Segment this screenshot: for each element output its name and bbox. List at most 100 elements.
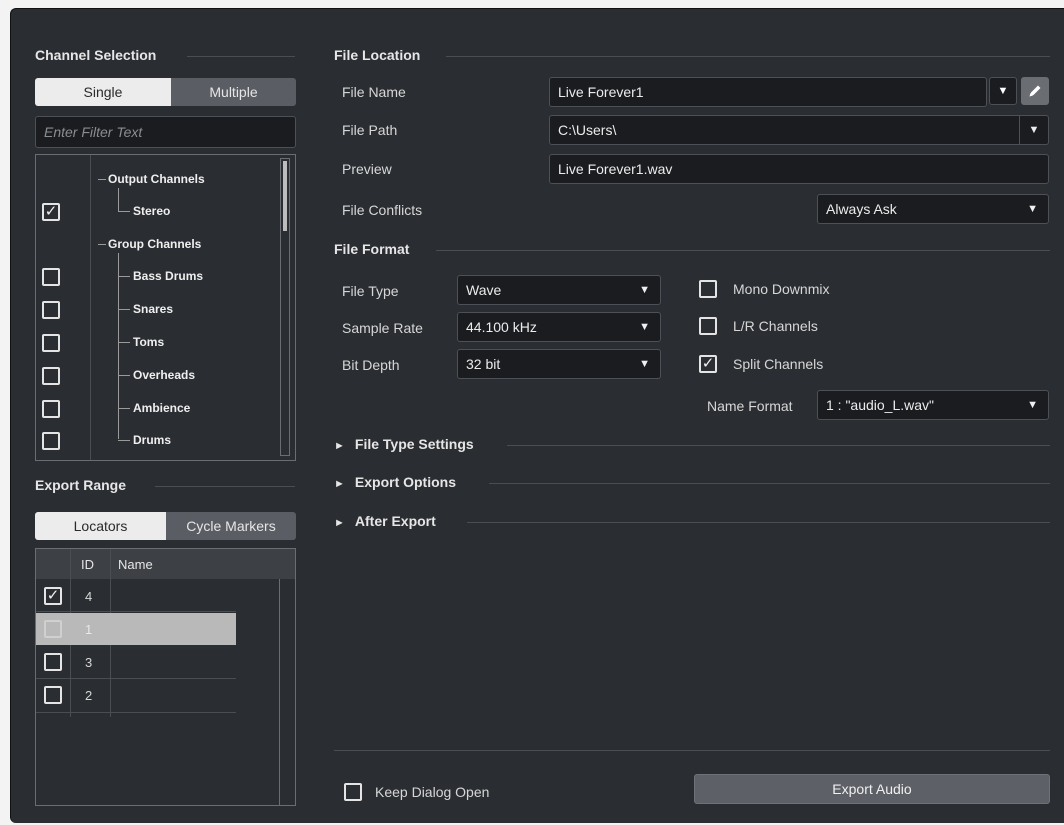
chevron-down-icon: ▼ xyxy=(639,321,650,333)
file-type-settings-label: File Type Settings xyxy=(354,436,474,452)
disclosure-arrow-icon: ► xyxy=(334,478,345,490)
name-format-value: 1 : "audio_L.wav" xyxy=(826,397,935,413)
check-icon: ✓ xyxy=(46,587,60,604)
export-range-title: Export Range xyxy=(35,477,127,493)
tree-item-group-channels[interactable]: Group Channels xyxy=(108,237,201,251)
name-format-select[interactable]: 1 : "audio_L.wav" ▼ xyxy=(817,390,1049,420)
ambience-checkbox[interactable] xyxy=(42,400,60,418)
tree-item-overheads[interactable]: Overheads xyxy=(133,368,195,382)
table-row[interactable] xyxy=(36,579,236,612)
sample-rate-value: 44.100 kHz xyxy=(466,319,537,335)
scrollbar[interactable] xyxy=(280,158,290,456)
table-row-selected[interactable] xyxy=(36,613,236,645)
file-location-title: File Location xyxy=(334,47,421,63)
tab-single[interactable]: Single xyxy=(35,78,171,106)
file-path-input[interactable]: C:\Users\ ▼ xyxy=(549,115,1049,145)
scrollbar-track[interactable] xyxy=(279,579,280,805)
scrollbar-thumb[interactable] xyxy=(283,161,287,231)
tree-item-output-channels[interactable]: Output Channels xyxy=(108,172,205,186)
row-checkbox[interactable] xyxy=(44,653,62,671)
keep-dialog-open-checkbox[interactable] xyxy=(344,783,362,801)
channel-selection-title: Channel Selection xyxy=(35,47,157,63)
table-header xyxy=(36,549,295,579)
file-conflicts-value: Always Ask xyxy=(826,201,897,217)
sample-rate-select[interactable]: 44.100 kHz ▼ xyxy=(457,312,661,342)
tree-item-stereo[interactable]: Stereo xyxy=(133,204,170,218)
preview-label: Preview xyxy=(342,161,392,177)
bit-depth-value: 32 bit xyxy=(466,356,501,372)
tab-locators[interactable]: Locators xyxy=(35,512,166,540)
divider xyxy=(446,56,1050,57)
lr-channels-checkbox[interactable] xyxy=(699,317,717,335)
tree-branch xyxy=(118,440,130,441)
channel-tree: Output Channels ✓ Stereo Group Channels … xyxy=(35,154,296,461)
export-options-toggle[interactable]: ► Export Options xyxy=(334,474,456,490)
tree-item-bass-drums[interactable]: Bass Drums xyxy=(133,269,203,283)
chevron-down-icon[interactable]: ▼ xyxy=(1019,116,1048,144)
tab-multiple[interactable]: Multiple xyxy=(171,78,296,106)
tree-item-snares[interactable]: Snares xyxy=(133,302,173,316)
edit-name-button[interactable] xyxy=(1021,77,1049,105)
tree-item-ambience[interactable]: Ambience xyxy=(133,401,190,415)
chevron-down-icon: ▼ xyxy=(997,85,1009,97)
bass-drums-checkbox[interactable] xyxy=(42,268,60,286)
tab-cycle-markers[interactable]: Cycle Markers xyxy=(166,512,296,540)
overheads-checkbox[interactable] xyxy=(42,367,60,385)
export-audio-button[interactable]: Export Audio xyxy=(694,774,1050,804)
after-export-label: After Export xyxy=(354,513,436,529)
export-options-label: Export Options xyxy=(354,474,457,490)
divider xyxy=(436,250,1050,251)
file-name-dropdown[interactable]: ▼ xyxy=(989,77,1017,105)
disclosure-arrow-icon: ► xyxy=(334,517,345,529)
chevron-down-icon: ▼ xyxy=(1027,203,1038,215)
column-name[interactable]: Name xyxy=(118,557,153,572)
stereo-checkbox[interactable]: ✓ xyxy=(42,203,60,221)
divider xyxy=(334,750,1050,751)
toms-checkbox[interactable] xyxy=(42,334,60,352)
row-checkbox[interactable] xyxy=(44,686,62,704)
divider xyxy=(507,445,1050,446)
keep-dialog-open-label[interactable]: Keep Dialog Open xyxy=(375,784,489,800)
after-export-toggle[interactable]: ► After Export xyxy=(334,513,436,529)
table-row[interactable] xyxy=(36,680,236,713)
divider xyxy=(90,155,91,460)
divider xyxy=(489,483,1050,484)
snares-checkbox[interactable] xyxy=(42,301,60,319)
row-checkbox[interactable]: ✓ xyxy=(44,587,62,605)
filter-input[interactable]: Enter Filter Text xyxy=(35,116,296,148)
file-conflicts-select[interactable]: Always Ask ▼ xyxy=(817,194,1049,224)
tree-item-toms[interactable]: Toms xyxy=(133,335,164,349)
range-table: ID Name ✓ 4 1 3 2 xyxy=(35,548,296,806)
file-conflicts-label: File Conflicts xyxy=(342,202,423,218)
file-type-settings-toggle[interactable]: ► File Type Settings xyxy=(334,436,474,452)
drums-checkbox[interactable] xyxy=(42,432,60,450)
check-icon: ✓ xyxy=(701,355,715,372)
split-channels-checkbox[interactable]: ✓ xyxy=(699,355,717,373)
chevron-down-icon: ▼ xyxy=(639,284,650,296)
tree-branch xyxy=(98,179,106,180)
tree-branch xyxy=(118,253,119,439)
bit-depth-label: Bit Depth xyxy=(342,357,400,373)
file-type-label: File Type xyxy=(342,283,399,299)
mono-downmix-checkbox[interactable] xyxy=(699,280,717,298)
divider xyxy=(155,486,295,487)
mono-downmix-label[interactable]: Mono Downmix xyxy=(733,281,829,297)
row-id: 4 xyxy=(85,589,93,604)
file-name-input[interactable]: Live Forever1 xyxy=(549,77,987,107)
table-row[interactable] xyxy=(36,646,236,679)
chevron-down-icon: ▼ xyxy=(639,358,650,370)
tree-item-drums[interactable]: Drums xyxy=(133,433,171,447)
row-id: 1 xyxy=(85,622,93,637)
tree-branch xyxy=(118,309,130,310)
split-channels-label[interactable]: Split Channels xyxy=(733,356,823,372)
tree-branch xyxy=(118,188,119,212)
bit-depth-select[interactable]: 32 bit ▼ xyxy=(457,349,661,379)
lr-channels-label[interactable]: L/R Channels xyxy=(733,318,818,334)
row-id: 3 xyxy=(85,655,93,670)
file-type-select[interactable]: Wave ▼ xyxy=(457,275,661,305)
column-id[interactable]: ID xyxy=(81,557,94,572)
divider xyxy=(187,56,295,57)
pencil-icon xyxy=(1029,85,1041,97)
row-checkbox[interactable] xyxy=(44,620,62,638)
file-name-label: File Name xyxy=(342,84,406,100)
